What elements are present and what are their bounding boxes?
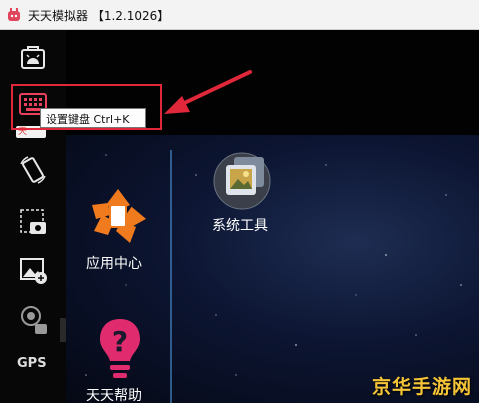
app-label-app-center: 应用中心 — [86, 256, 142, 272]
app-system-tools[interactable] — [212, 147, 276, 211]
app-logo-icon — [8, 8, 20, 21]
app-label-help: 天天帮助 — [86, 388, 142, 403]
tooltip-keyboard-settings: 设置键盘 Ctrl+K — [40, 108, 146, 128]
sidebar-item-add-image[interactable] — [16, 254, 50, 288]
app-center[interactable] — [86, 185, 150, 249]
add-image-icon — [20, 258, 47, 284]
desktop-divider — [170, 150, 172, 403]
sidebar-item-rotate[interactable] — [16, 154, 50, 188]
emulator-desktop: 系统工具 应用中心 ? 天天帮助 — [66, 135, 479, 403]
watermark: 京华手游网 — [372, 376, 473, 398]
help-icon: ? — [100, 319, 140, 378]
window-title: 天天模拟器 【1.2.1026】 — [28, 9, 170, 23]
app-label-system-tools: 系统工具 — [212, 218, 268, 234]
sidebar-item-android[interactable] — [16, 40, 50, 74]
screenshot-icon — [20, 209, 46, 234]
android-bag-icon — [21, 46, 45, 69]
app-center-icon — [92, 189, 147, 243]
app-help[interactable]: ? — [98, 317, 142, 381]
sidebar-item-screenshot[interactable] — [16, 205, 50, 239]
svg-text:?: ? — [112, 325, 128, 358]
red-arrow-icon — [164, 70, 252, 114]
sidebar-item-shake[interactable] — [16, 302, 50, 336]
sidebar-item-gps[interactable]: GPS — [17, 356, 47, 371]
rotate-screen-icon — [20, 156, 46, 184]
shake-icon — [21, 306, 47, 334]
system-tools-folder-icon — [213, 152, 271, 210]
window-titlebar: 天天模拟器 【1.2.1026】 — [0, 0, 479, 30]
